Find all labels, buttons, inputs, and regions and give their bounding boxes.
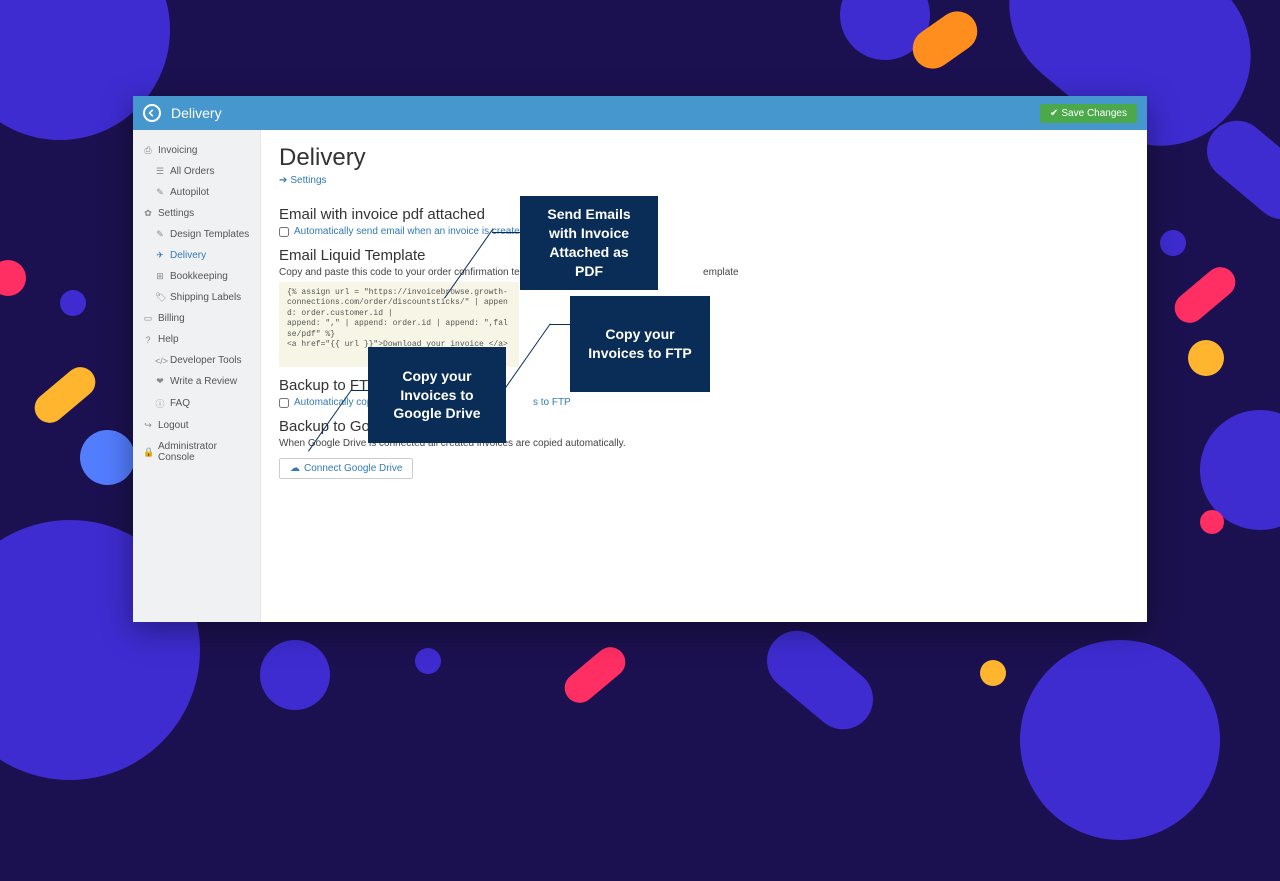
sidebar-item-billing[interactable]: ▭Billing: [133, 308, 260, 329]
sidebar-item-write-review[interactable]: ❤Write a Review: [133, 371, 260, 392]
card-icon: ▭: [143, 313, 153, 324]
arrow-right-icon: ➔: [279, 175, 287, 186]
sidebar-item-logout[interactable]: ↪Logout: [133, 415, 260, 436]
cloud-icon: ☁: [290, 463, 300, 474]
sidebar-item-help[interactable]: ?Help: [133, 329, 260, 350]
checkbox-auto-email[interactable]: Automatically send email when an invoice…: [279, 226, 1129, 237]
bg-blob: [1175, 385, 1280, 554]
content-title: Delivery: [279, 144, 1129, 172]
code-icon: </>: [155, 356, 165, 366]
sidebar-item-delivery[interactable]: ✈Delivery: [133, 245, 260, 266]
bg-blob: [29, 361, 102, 429]
info-icon: ⓘ: [155, 397, 165, 410]
tag-icon: 🏷: [155, 292, 165, 303]
bg-blob: [0, 260, 26, 296]
bg-blob: [1200, 510, 1224, 534]
sidebar-item-invoicing[interactable]: ⎙Invoicing: [133, 140, 260, 161]
question-icon: ?: [143, 335, 153, 345]
sidebar: ⎙Invoicing ☰All Orders ✎Autopilot ✿Setti…: [133, 130, 261, 622]
list-icon: ☰: [155, 166, 165, 177]
page-title: Delivery: [171, 105, 222, 121]
brush-icon: ✎: [155, 229, 165, 240]
sidebar-item-developer-tools[interactable]: </>Developer Tools: [133, 350, 260, 371]
sidebar-item-settings[interactable]: ✿Settings: [133, 203, 260, 224]
bg-blob: [60, 290, 86, 316]
bg-blob: [1188, 340, 1224, 376]
section-email-attached: Email with invoice pdf attached: [279, 206, 1129, 223]
topbar: Delivery ✔ Save Changes: [133, 96, 1147, 130]
bg-blob: [979, 599, 1261, 881]
gear-icon: ✿: [143, 208, 153, 219]
heart-icon: ❤: [155, 376, 165, 387]
pencil-icon: ✎: [155, 187, 165, 198]
bg-blob: [980, 660, 1006, 686]
lock-icon: 🔒: [143, 447, 153, 458]
sidebar-item-bookkeeping[interactable]: ⊞Bookkeeping: [133, 266, 260, 287]
sidebar-item-autopilot[interactable]: ✎Autopilot: [133, 182, 260, 203]
callout-email-pdf: Send Emails with Invoice Attached as PDF: [520, 196, 658, 290]
bg-blob: [1160, 230, 1186, 256]
logout-icon: ↪: [143, 420, 153, 431]
section-liquid-template: Email Liquid Template: [279, 247, 1129, 264]
bg-blob: [755, 618, 885, 741]
check-icon: ✔: [1050, 108, 1058, 119]
bg-blob: [260, 640, 330, 710]
checkbox-input[interactable]: [279, 227, 289, 237]
sidebar-item-admin-console[interactable]: 🔒Administrator Console: [133, 436, 260, 468]
book-icon: ⊞: [155, 271, 165, 282]
bg-blob: [80, 430, 135, 485]
bg-blob: [1169, 261, 1242, 329]
callout-gdrive: Copy your Invoices to Google Drive: [368, 347, 506, 443]
back-icon[interactable]: [143, 104, 161, 122]
sidebar-item-faq[interactable]: ⓘFAQ: [133, 392, 260, 415]
save-changes-button[interactable]: ✔ Save Changes: [1040, 104, 1137, 123]
checkbox-input[interactable]: [279, 398, 289, 408]
liquid-description: Copy and paste this code to your order c…: [279, 267, 1129, 278]
callout-ftp: Copy your Invoices to FTP: [570, 296, 710, 392]
bg-blob: [415, 648, 441, 674]
connect-google-drive-button[interactable]: ☁ Connect Google Drive: [279, 458, 413, 479]
save-label: Save Changes: [1061, 108, 1127, 119]
settings-link[interactable]: ➔ Settings: [279, 175, 327, 186]
sidebar-item-design-templates[interactable]: ✎Design Templates: [133, 224, 260, 245]
sidebar-item-all-orders[interactable]: ☰All Orders: [133, 161, 260, 182]
callout-line: [492, 232, 522, 233]
bg-blob: [559, 641, 632, 709]
send-icon: ✈: [155, 250, 165, 261]
sidebar-item-shipping-labels[interactable]: 🏷Shipping Labels: [133, 287, 260, 308]
print-icon: ⎙: [143, 145, 153, 156]
